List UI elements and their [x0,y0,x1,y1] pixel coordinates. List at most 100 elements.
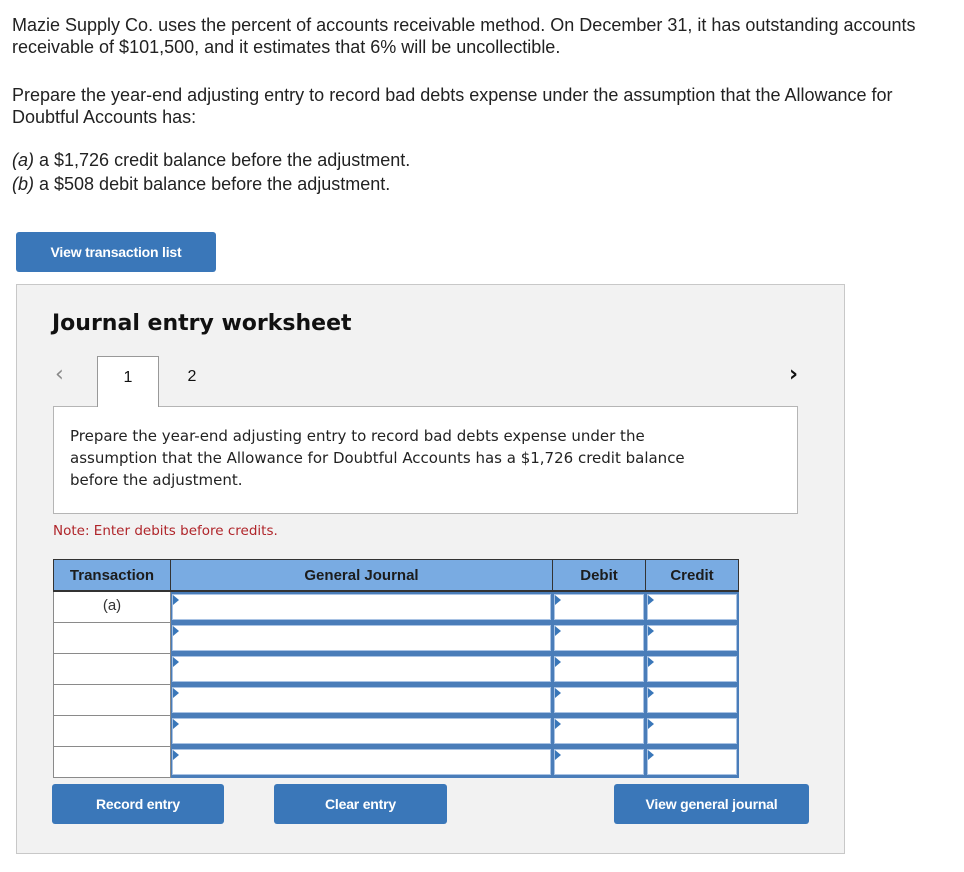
debit-input-cell [552,715,646,747]
chevron-right-icon[interactable]: › [789,363,807,387]
header-credit: Credit [645,559,739,592]
part-a: (a) a $1,726 credit balance before the a… [12,149,410,171]
account-input[interactable] [173,595,550,619]
record-entry-button[interactable]: Record entry [52,784,224,824]
problem-instruction: Prepare the year-end adjusting entry to … [12,85,893,127]
account-input-wrapper [172,749,551,775]
table-row: (a) [53,590,739,623]
credit-input[interactable] [648,719,736,743]
debit-input[interactable] [555,657,643,681]
account-input-wrapper [172,718,551,744]
account-input-wrapper [172,656,551,682]
account-input[interactable] [173,719,550,743]
debit-input-cell [552,590,646,623]
chevron-left-icon[interactable]: ‹ [55,363,73,387]
dropdown-marker-icon [173,657,179,667]
debit-input-wrapper [554,594,644,620]
account-input-cell [170,590,553,623]
credit-input[interactable] [648,688,736,712]
dropdown-marker-icon [555,750,561,760]
table-row [53,622,739,654]
debit-input-cell [552,746,646,778]
credit-input[interactable] [648,657,736,681]
journal-entry-worksheet: Journal entry worksheet ‹ 1 2 › Prepare … [16,284,845,854]
credit-input-cell [645,684,739,716]
tab-2[interactable]: 2 [161,356,223,407]
debit-input[interactable] [555,626,643,650]
account-input[interactable] [173,657,550,681]
debit-input[interactable] [555,595,643,619]
clear-entry-button[interactable]: Clear entry [274,784,447,824]
credit-input-wrapper [647,594,737,620]
table-row [53,715,739,747]
credit-input-cell [645,622,739,654]
dropdown-marker-icon [173,750,179,760]
worksheet-title: Journal entry worksheet [52,311,352,336]
journal-table: Transaction General Journal Debit Credit… [53,559,739,778]
transaction-cell [53,684,171,716]
part-a-text: a $1,726 credit balance before the adjus… [34,150,411,170]
debit-input[interactable] [555,719,643,743]
credit-input-cell [645,746,739,778]
part-b: (b) a $508 debit balance before the adju… [12,173,390,195]
dropdown-marker-icon [648,626,654,636]
tab-1[interactable]: 1 [97,356,159,407]
credit-input-wrapper [647,749,737,775]
debit-input-wrapper [554,625,644,651]
prompt-text: Prepare the year-end adjusting entry to … [70,427,685,489]
header-debit: Debit [552,559,646,592]
table-row [53,684,739,716]
account-input[interactable] [173,750,550,774]
dropdown-marker-icon [555,595,561,605]
credit-input-cell [645,590,739,623]
table-row [53,653,739,685]
credit-input-cell [645,715,739,747]
credit-input[interactable] [648,595,736,619]
dropdown-marker-icon [555,719,561,729]
account-input-wrapper [172,594,551,620]
prompt-box: Prepare the year-end adjusting entry to … [53,406,798,514]
credit-input-cell [645,653,739,685]
credit-input-wrapper [647,656,737,682]
debit-input[interactable] [555,750,643,774]
transaction-cell [53,715,171,747]
account-input-cell [170,746,553,778]
part-b-text: a $508 debit balance before the adjustme… [34,174,391,194]
table-header-row: Transaction General Journal Debit Credit [53,559,739,592]
part-b-label: (b) [12,174,34,194]
debit-input-cell [552,653,646,685]
credit-input-wrapper [647,718,737,744]
table-row [53,746,739,778]
view-general-journal-button[interactable]: View general journal [614,784,809,824]
dropdown-marker-icon [648,750,654,760]
credit-input-wrapper [647,687,737,713]
dropdown-marker-icon [173,719,179,729]
account-input-cell [170,715,553,747]
credit-input[interactable] [648,626,736,650]
dropdown-marker-icon [648,688,654,698]
part-a-label: (a) [12,150,34,170]
debit-input-wrapper [554,718,644,744]
debit-input-cell [552,684,646,716]
debit-input-wrapper [554,749,644,775]
header-transaction: Transaction [53,559,171,592]
debit-input[interactable] [555,688,643,712]
note-text: Note: Enter debits before credits. [53,523,278,539]
header-general-journal: General Journal [170,559,553,592]
dropdown-marker-icon [648,657,654,667]
transaction-cell [53,622,171,654]
dropdown-marker-icon [555,688,561,698]
account-input[interactable] [173,626,550,650]
account-input-cell [170,684,553,716]
debit-input-cell [552,622,646,654]
credit-input[interactable] [648,750,736,774]
account-input-cell [170,653,553,685]
transaction-cell [53,653,171,685]
problem-intro: Mazie Supply Co. uses the percent of acc… [12,15,916,57]
account-input[interactable] [173,688,550,712]
dropdown-marker-icon [173,688,179,698]
dropdown-marker-icon [648,719,654,729]
debit-input-wrapper [554,656,644,682]
view-transaction-list-button[interactable]: View transaction list [16,232,216,272]
dropdown-marker-icon [173,595,179,605]
